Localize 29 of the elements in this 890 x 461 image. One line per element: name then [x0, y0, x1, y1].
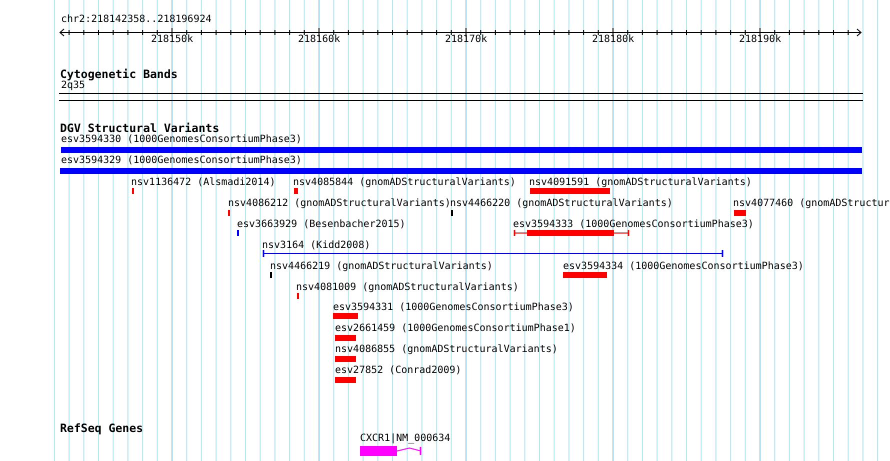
variant-label: esv3594329 (1000GenomesConsortiumPhase3)	[61, 155, 302, 167]
tick-label: 218190k	[739, 34, 782, 46]
variant-label: esv3594330 (1000GenomesConsortiumPhase3)	[61, 134, 302, 146]
variant-label: nsv4081009 (gnomADStructuralVariants)	[296, 282, 519, 294]
track-title: DGV Structural Variants	[60, 122, 220, 135]
variant-label: nsv4086855 (gnomADStructuralVariants)	[335, 344, 558, 356]
tick-label: 218170k	[445, 34, 488, 46]
variant-label: nsv4466219 (gnomADStructuralVariants)	[270, 261, 493, 273]
variant-label: nsv1136472 (Alsmadi2014)	[131, 177, 276, 189]
gene-label: CXCR1|NM_000634	[360, 433, 450, 445]
variant-label: nsv4091591 (gnomADStructuralVariants)	[529, 177, 752, 189]
tick-label: 218160k	[298, 34, 340, 46]
track-title: Cytogenetic Bands	[60, 68, 178, 81]
band-label: 2q35	[61, 80, 86, 92]
variant-label: esv2661459 (1000GenomesConsortiumPhase1)	[335, 323, 576, 335]
variant-label: nsv3164 (Kidd2008)	[262, 240, 370, 252]
tick-label: 218180k	[592, 34, 634, 46]
variant-label: nsv4085844 (gnomADStructuralVariants)	[293, 177, 516, 189]
location-label: chr2:218142358..218196924	[61, 14, 212, 26]
variant-label: nsv4077460 (gnomADStructur	[733, 198, 890, 210]
variant-label: esv3663929 (Besenbacher2015)	[237, 219, 406, 231]
variant-label: esv3594333 (1000GenomesConsortiumPhase3)	[513, 219, 754, 231]
variant-label: nsv4466220 (gnomADStructuralVariants)	[450, 198, 673, 210]
track-title: RefSeq Genes	[60, 422, 144, 435]
variant-label: esv3594331 (1000GenomesConsortiumPhase3)	[333, 302, 574, 314]
tick-label: 218150k	[151, 34, 194, 46]
variant-label: nsv4086212 (gnomADStructuralVariants)	[228, 198, 451, 210]
variant-label: esv3594334 (1000GenomesConsortiumPhase3)	[563, 261, 804, 273]
variant-label: esv27852 (Conrad2009)	[335, 365, 462, 377]
